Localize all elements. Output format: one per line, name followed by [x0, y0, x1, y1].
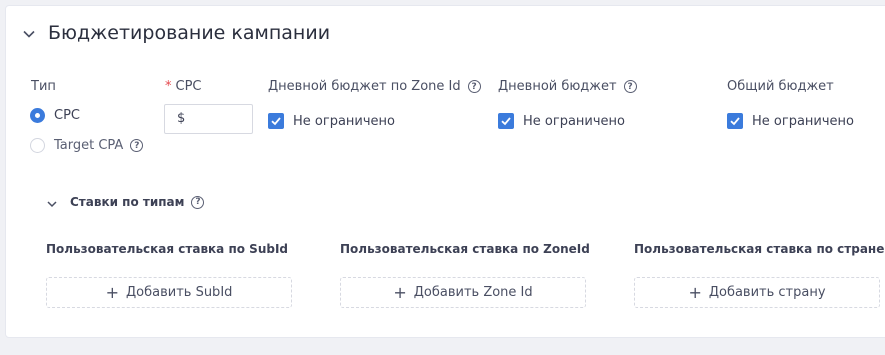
cpc-input[interactable]: $ [164, 104, 253, 134]
daily-budget-zone-label: Дневной бюджет по Zone Id ? [268, 79, 481, 94]
plus-icon: + [105, 282, 119, 302]
zoneid-bid-title: Пользовательская ставка по ZoneId [340, 242, 590, 256]
plus-icon: + [393, 282, 407, 302]
checkbox-label: Не ограничено [293, 113, 395, 129]
campaign-budget-card: Бюджетирование кампании Тип CPC Target C… [5, 5, 885, 338]
daily-budget-label: Дневной бюджет ? [498, 79, 637, 94]
country-bid-title: Пользовательская ставка по стране [634, 242, 885, 256]
add-subid-button[interactable]: + Добавить SubId [46, 277, 292, 308]
checkbox-label: Не ограничено [523, 113, 625, 129]
radio-label: Target CPA [54, 138, 124, 153]
plus-icon: + [688, 282, 702, 302]
radio-label: CPC [54, 108, 80, 123]
bids-title: Ставки по типам [70, 195, 185, 209]
section-header[interactable]: Бюджетирование кампании [22, 22, 330, 44]
chevron-down-icon[interactable] [22, 26, 36, 40]
help-circle-icon[interactable]: ? [623, 80, 637, 93]
cpc-label: * CPC [165, 79, 202, 94]
add-zoneid-button[interactable]: + Добавить Zone Id [340, 277, 586, 308]
type-label: Тип [31, 79, 56, 94]
check-icon[interactable] [498, 113, 514, 129]
required-mark: * [165, 79, 172, 94]
checkbox-label: Не ограничено [752, 113, 854, 129]
radio-cpc[interactable]: CPC [30, 108, 80, 123]
radio-button[interactable] [30, 138, 45, 153]
daily-budget-unlimited-checkbox[interactable]: Не ограничено [498, 113, 625, 129]
section-title: Бюджетирование кампании [48, 22, 331, 44]
radio-target-cpa[interactable]: Target CPA ? [30, 138, 144, 153]
bids-subsection-header[interactable]: Ставки по типам ? [46, 195, 205, 209]
check-icon[interactable] [727, 113, 743, 129]
help-circle-icon[interactable]: ? [191, 195, 205, 209]
add-country-button[interactable]: + Добавить страну [634, 277, 880, 308]
total-budget-unlimited-checkbox[interactable]: Не ограничено [727, 113, 854, 129]
chevron-down-icon[interactable] [46, 195, 60, 209]
help-circle-icon[interactable]: ? [130, 139, 144, 152]
check-icon[interactable] [268, 113, 284, 129]
daily-budget-zone-unlimited-checkbox[interactable]: Не ограничено [268, 113, 395, 129]
total-budget-label: Общий бюджет [727, 79, 834, 94]
radio-button[interactable] [30, 108, 45, 123]
subid-bid-title: Пользовательская ставка по SubId [46, 242, 289, 256]
help-circle-icon[interactable]: ? [467, 80, 481, 93]
